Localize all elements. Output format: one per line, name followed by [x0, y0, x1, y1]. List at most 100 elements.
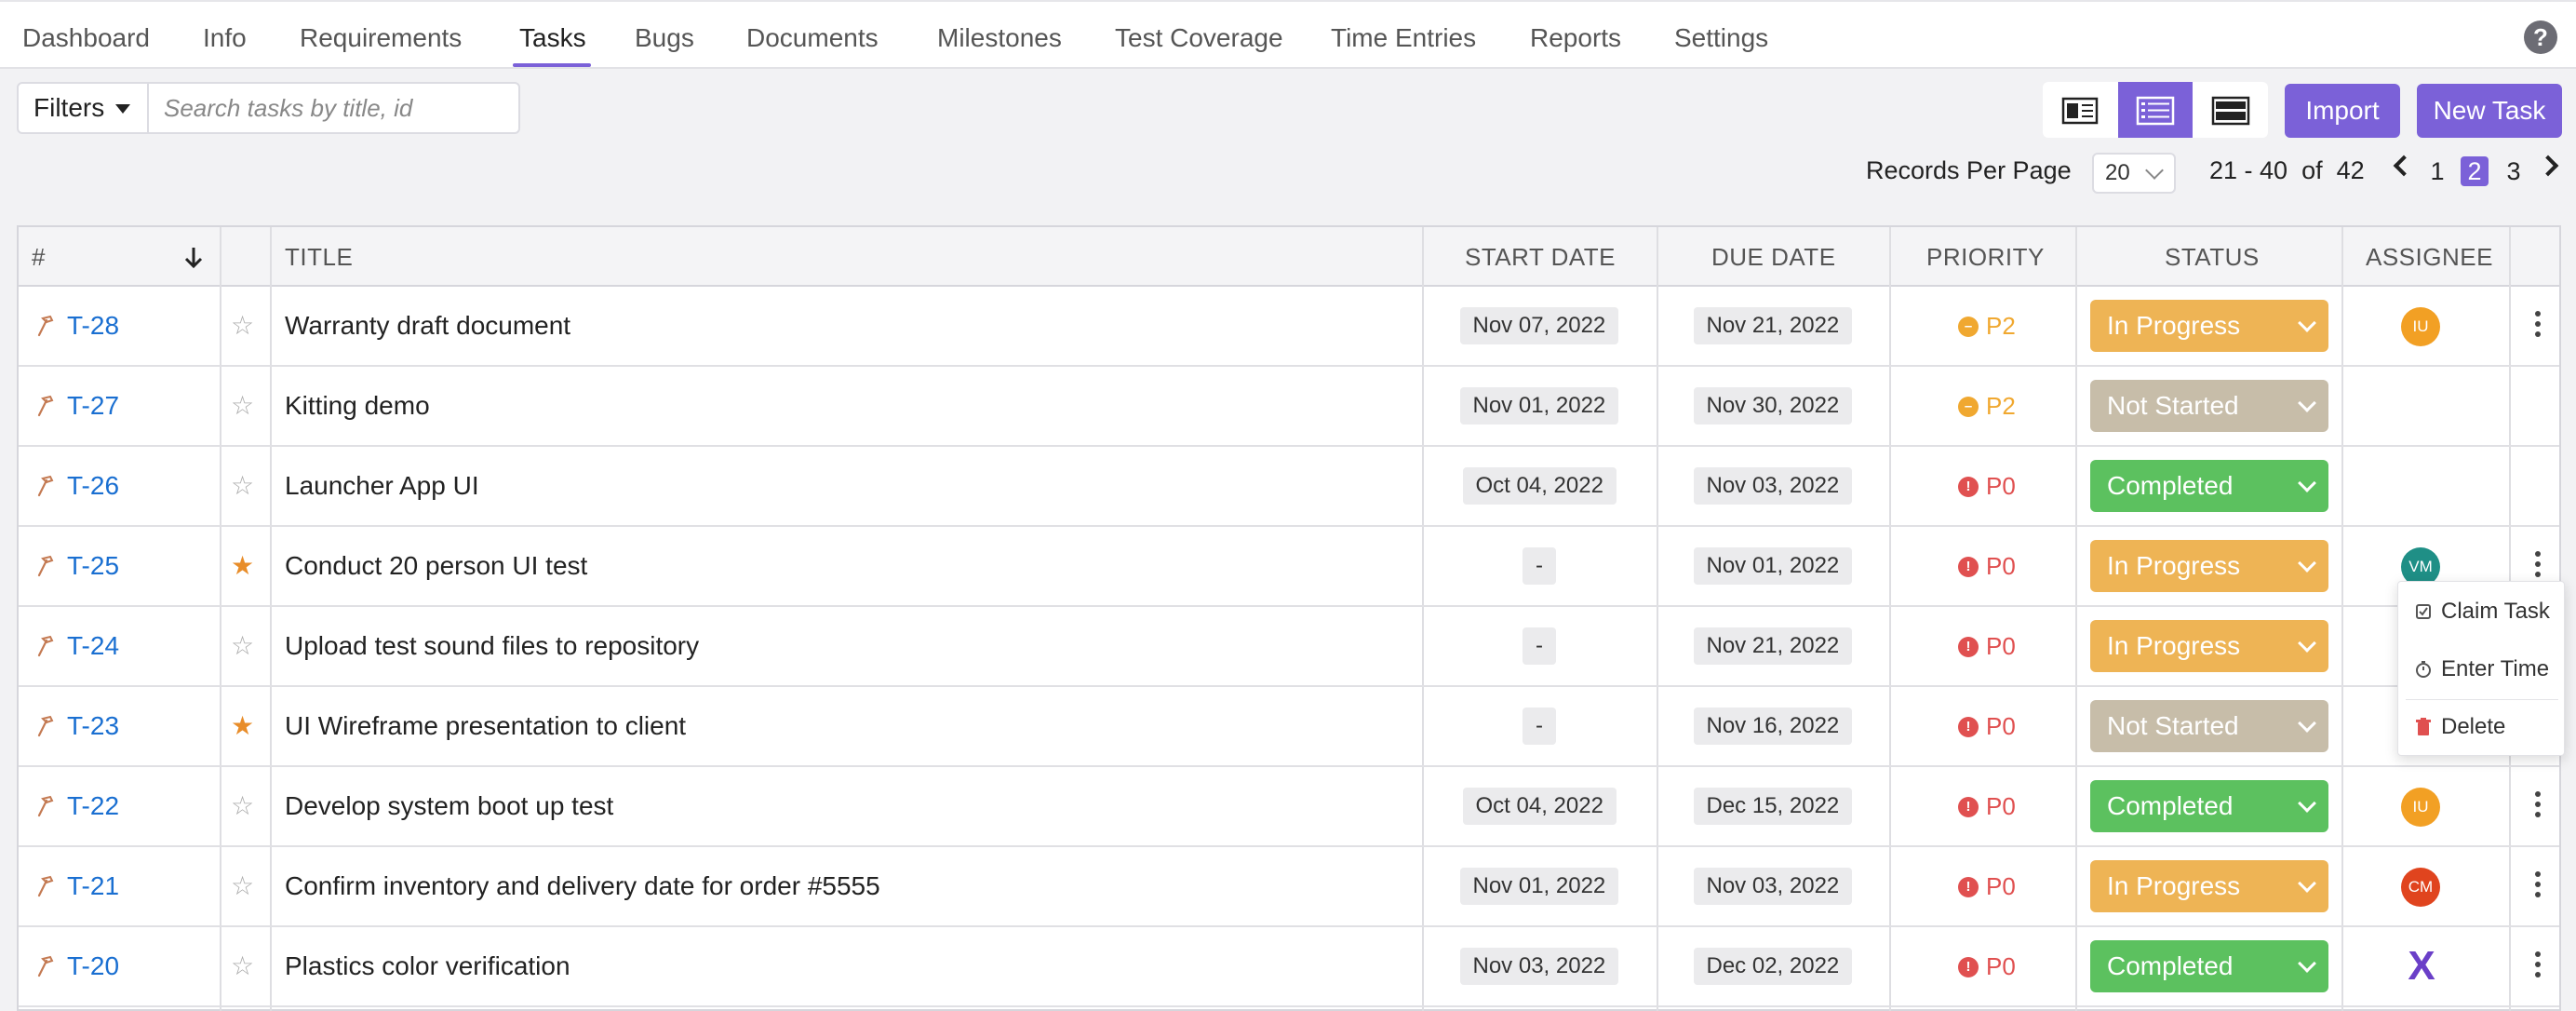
tab-milestones[interactable]: Milestones — [937, 22, 1062, 54]
task-title[interactable]: Launcher App UI — [285, 447, 479, 525]
status-dropdown[interactable]: In Progress — [2090, 620, 2328, 672]
tab-dashboard[interactable]: Dashboard — [22, 22, 150, 54]
priority-label: P0 — [1986, 712, 2016, 740]
status-dropdown[interactable]: Completed — [2090, 780, 2328, 832]
star-outline-icon[interactable]: ☆ — [231, 767, 254, 845]
card-view-button[interactable] — [2194, 82, 2268, 138]
star-outline-icon[interactable]: ☆ — [231, 847, 254, 925]
table-row[interactable]: T-20 ☆ Plastics color verification Nov 03, … — [19, 927, 2559, 1007]
prev-page-icon[interactable] — [2393, 155, 2415, 177]
more-options-icon[interactable] — [2535, 951, 2542, 983]
table-row[interactable]: T-22 ☆ Develop system boot up test Oct 04, … — [19, 767, 2559, 847]
more-options-icon[interactable] — [2535, 791, 2542, 823]
table-row[interactable]: T-27 ☆ Kitting demo Nov 01, 2022 Nov 30, 202… — [19, 367, 2559, 447]
assignee-avatar[interactable]: X — [2403, 944, 2440, 989]
star-outline-icon[interactable]: ☆ — [231, 607, 254, 685]
page-3[interactable]: 3 — [2500, 156, 2528, 186]
new-task-button[interactable]: New Task — [2417, 84, 2562, 138]
search-input[interactable] — [151, 84, 518, 132]
table-row[interactable]: T-25 ★ Conduct 20 person UI test - Nov 01, 2… — [19, 527, 2559, 607]
status-dropdown[interactable]: In Progress — [2090, 300, 2328, 352]
task-title[interactable]: Confirm inventory and delivery date for … — [285, 847, 880, 925]
split-view-button[interactable] — [2043, 82, 2117, 138]
arrow-down-icon[interactable] — [182, 246, 205, 270]
status-dropdown[interactable]: Completed — [2090, 460, 2328, 512]
claim-task-menu-item[interactable]: Claim Task — [2398, 584, 2566, 640]
task-id-link[interactable]: T-23 — [67, 687, 119, 765]
table-row[interactable]: T-26 ☆ Launcher App UI Oct 04, 2022 Nov 03, … — [19, 447, 2559, 527]
table-row[interactable]: T-28 ☆ Warranty draft document Nov 07, 2022… — [19, 287, 2559, 367]
list-view-button[interactable] — [2118, 82, 2193, 138]
star-filled-icon[interactable]: ★ — [231, 687, 254, 765]
delete-menu-item[interactable]: Delete — [2398, 699, 2566, 755]
task-title[interactable]: Develop system boot up test — [285, 767, 613, 845]
star-outline-icon[interactable]: ☆ — [231, 447, 254, 525]
status-label: Not Started — [2107, 711, 2239, 740]
task-title[interactable]: Kitting demo — [285, 367, 430, 445]
tab-bugs[interactable]: Bugs — [635, 22, 694, 54]
task-title[interactable]: Upload test sound files to repository — [285, 607, 699, 685]
table-row[interactable]: T-21 ☆ Confirm inventory and delivery date… — [19, 847, 2559, 927]
task-id-link[interactable]: T-24 — [67, 607, 119, 685]
header-assignee[interactable]: ASSIGNEE — [2366, 227, 2493, 287]
tab-time-entries[interactable]: Time Entries — [1331, 22, 1476, 54]
due-date-chip: Nov 30, 2022 — [1693, 387, 1853, 425]
header-due-date[interactable]: DUE DATE — [1711, 227, 1836, 287]
status-label: In Progress — [2107, 551, 2241, 580]
tab-tasks[interactable]: Tasks — [519, 22, 586, 54]
import-button[interactable]: Import — [2285, 84, 2400, 138]
status-label: Not Started — [2107, 391, 2239, 420]
status-dropdown[interactable]: In Progress — [2090, 860, 2328, 912]
assignee-avatar[interactable]: IU — [2401, 307, 2440, 346]
task-id-link[interactable]: T-27 — [67, 367, 119, 445]
tab-settings[interactable]: Settings — [1674, 22, 1768, 54]
records-per-page-select[interactable]: 20 — [2092, 153, 2176, 194]
help-icon[interactable]: ? — [2524, 20, 2557, 54]
header-start-date[interactable]: START DATE — [1465, 227, 1616, 287]
star-filled-icon[interactable]: ★ — [231, 527, 254, 605]
page-1[interactable]: 1 — [2423, 156, 2451, 186]
tab-requirements[interactable]: Requirements — [300, 22, 462, 54]
more-options-icon[interactable] — [2535, 311, 2542, 343]
status-dropdown[interactable]: In Progress — [2090, 540, 2328, 592]
task-id-link[interactable]: T-21 — [67, 847, 119, 925]
task-title[interactable]: Warranty draft document — [285, 287, 570, 365]
task-id-link[interactable]: T-25 — [67, 527, 119, 605]
next-page-icon[interactable] — [2537, 155, 2559, 177]
status-label: Completed — [2107, 791, 2234, 820]
task-title[interactable]: Conduct 20 person UI test — [285, 527, 587, 605]
page-2[interactable]: 2 — [2461, 156, 2489, 186]
assignee-avatar[interactable]: IU — [2401, 788, 2440, 827]
star-outline-icon[interactable]: ☆ — [231, 927, 254, 1005]
task-title[interactable]: UI Wireframe presentation to client — [285, 687, 686, 765]
header-status[interactable]: STATUS — [2165, 227, 2260, 287]
table-row[interactable]: T-24 ☆ Upload test sound files to reposito… — [19, 607, 2559, 687]
task-id-link[interactable]: T-22 — [67, 767, 119, 845]
tab-reports[interactable]: Reports — [1530, 22, 1621, 54]
enter-time-menu-item[interactable]: Enter Time — [2398, 641, 2566, 697]
table-row[interactable]: T-23 ★ UI Wireframe presentation to client… — [19, 687, 2559, 767]
tab-documents[interactable]: Documents — [746, 22, 879, 54]
task-id-link[interactable]: T-28 — [67, 287, 119, 365]
filters-dropdown[interactable]: Filters — [19, 84, 149, 132]
due-date-chip: Nov 21, 2022 — [1693, 307, 1853, 344]
assignee-avatar[interactable]: CM — [2401, 868, 2440, 907]
tab-test-coverage[interactable]: Test Coverage — [1115, 22, 1283, 54]
header-title[interactable]: TITLE — [285, 227, 353, 287]
minus-circle-icon: – — [1958, 317, 1979, 337]
task-title[interactable]: Plastics color verification — [285, 927, 570, 1005]
status-dropdown[interactable]: Not Started — [2090, 380, 2328, 432]
status-dropdown[interactable]: Completed — [2090, 940, 2328, 992]
star-outline-icon[interactable]: ☆ — [231, 367, 254, 445]
header-id[interactable]: # — [32, 227, 46, 287]
task-id-link[interactable]: T-26 — [67, 447, 119, 525]
more-options-icon[interactable] — [2535, 551, 2542, 583]
header-priority[interactable]: PRIORITY — [1926, 227, 2045, 287]
priority-label: P0 — [1986, 872, 2016, 900]
tab-info[interactable]: Info — [203, 22, 247, 54]
star-outline-icon[interactable]: ☆ — [231, 287, 254, 365]
more-options-icon[interactable] — [2535, 871, 2542, 903]
task-id-link[interactable]: T-20 — [67, 927, 119, 1005]
status-dropdown[interactable]: Not Started — [2090, 700, 2328, 752]
status-label: In Progress — [2107, 311, 2241, 340]
